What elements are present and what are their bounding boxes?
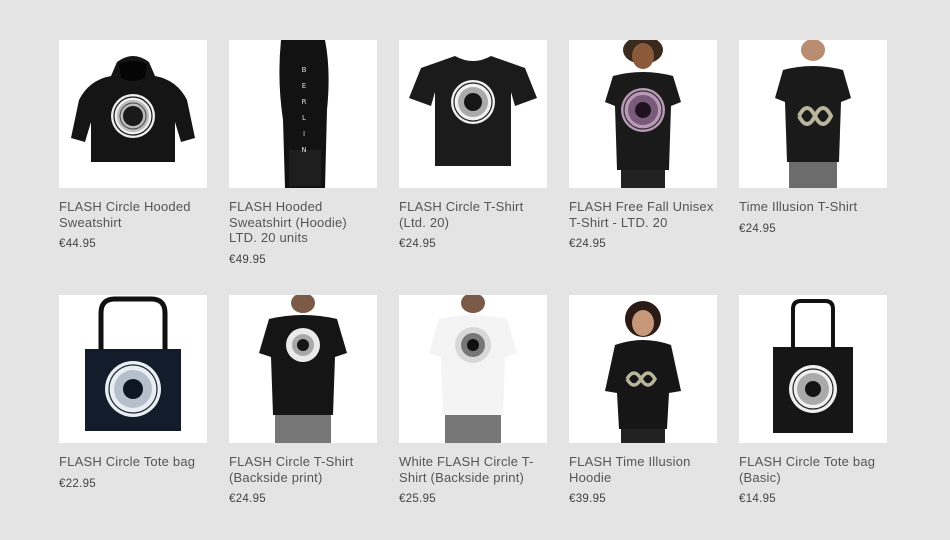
product-image[interactable]	[399, 295, 547, 443]
product-price: €44.95	[59, 238, 96, 250]
product-image[interactable]: B E R L I N	[229, 40, 377, 188]
product-card[interactable]: FLASH Free Fall Unisex T-Shirt - LTD. 20…	[569, 40, 717, 250]
product-price: €24.95	[569, 238, 606, 250]
product-price: €49.95	[229, 253, 266, 266]
product-title[interactable]: FLASH Circle T-Shirt (Ltd. 20)	[399, 199, 547, 230]
sleeve-letter: N	[301, 146, 306, 154]
product-card[interactable]: FLASH Circle Hooded Sweatshirt €44.95	[59, 40, 207, 250]
product-grid: FLASH Circle Hooded Sweatshirt €44.95 B …	[0, 0, 950, 540]
product-price: €24.95	[739, 222, 776, 235]
product-image[interactable]	[739, 295, 887, 443]
product-image[interactable]	[569, 40, 717, 188]
product-price: €22.95	[59, 477, 96, 490]
product-title[interactable]: FLASH Time Illusion Hoodie	[569, 454, 717, 485]
sleeve-letter: E	[302, 82, 306, 90]
product-price: €24.95	[399, 238, 436, 250]
sleeve-letter: R	[302, 98, 307, 106]
product-card[interactable]: FLASH Circle Tote bag (Basic) €14.95	[739, 295, 887, 505]
product-price: €14.95	[739, 493, 776, 505]
product-card[interactable]: FLASH Time Illusion Hoodie €39.95	[569, 295, 717, 505]
product-card[interactable]: B E R L I N FLASH Hooded Sweatshirt (Hoo…	[229, 40, 377, 266]
product-card[interactable]: FLASH Circle T-Shirt (Ltd. 20) €24.95	[399, 40, 547, 250]
product-card[interactable]: FLASH Circle Tote bag €22.95	[59, 295, 207, 490]
product-image[interactable]	[569, 295, 717, 443]
product-image[interactable]	[59, 40, 207, 188]
product-title[interactable]: FLASH Circle T-Shirt (Backside print)	[229, 454, 377, 485]
product-title[interactable]: FLASH Circle Tote bag	[59, 454, 207, 470]
sleeve-letter: L	[302, 114, 306, 122]
sleeve-letter: B	[302, 66, 307, 74]
product-title[interactable]: FLASH Hooded Sweatshirt (Hoodie) LTD. 20…	[229, 199, 377, 246]
product-price: €39.95	[569, 493, 606, 505]
product-image[interactable]	[229, 295, 377, 443]
product-title[interactable]: White FLASH Circle T-Shirt (Backside pri…	[399, 454, 547, 485]
product-price: €24.95	[229, 493, 266, 505]
sleeve-letter: I	[303, 130, 305, 138]
product-card[interactable]: White FLASH Circle T-Shirt (Backside pri…	[399, 295, 547, 505]
product-price: €25.95	[399, 493, 436, 505]
product-title[interactable]: FLASH Circle Tote bag (Basic)	[739, 454, 887, 485]
product-title[interactable]: FLASH Free Fall Unisex T-Shirt - LTD. 20	[569, 199, 717, 230]
product-image[interactable]	[399, 40, 547, 188]
product-title[interactable]: Time Illusion T-Shirt	[739, 199, 887, 215]
product-card[interactable]: Time Illusion T-Shirt €24.95	[739, 40, 887, 235]
product-image[interactable]	[739, 40, 887, 188]
product-image[interactable]	[59, 295, 207, 443]
product-title[interactable]: FLASH Circle Hooded Sweatshirt	[59, 199, 207, 230]
product-card[interactable]: FLASH Circle T-Shirt (Backside print) €2…	[229, 295, 377, 505]
